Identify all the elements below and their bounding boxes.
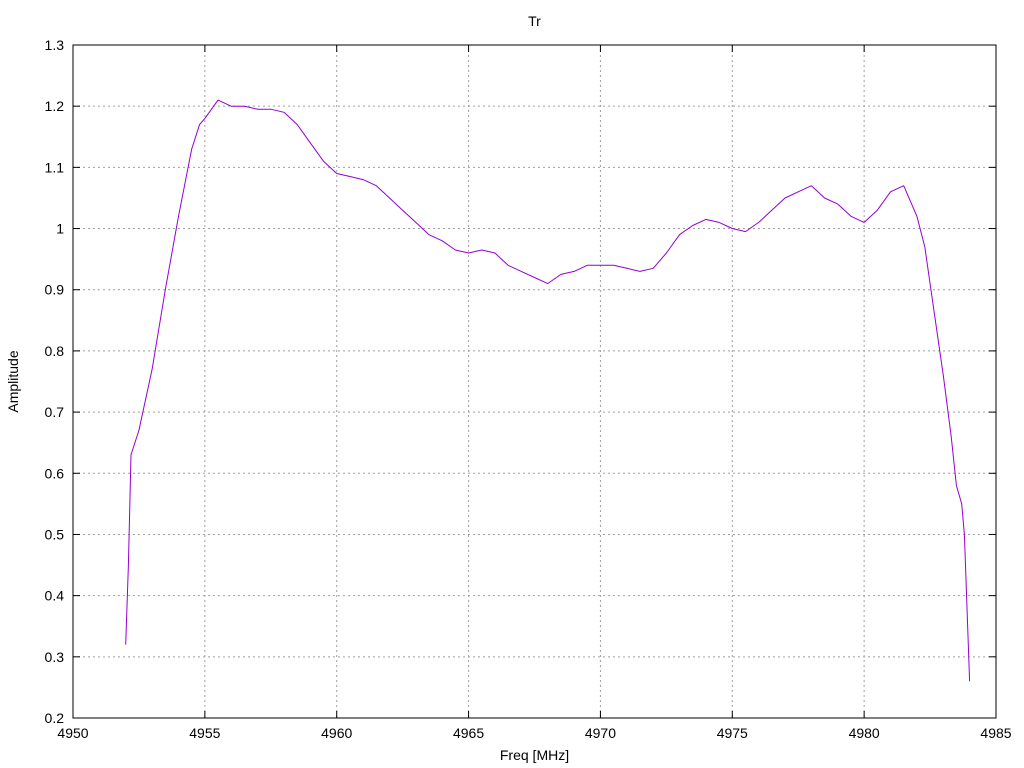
y-tick-label: 1 — [56, 221, 64, 237]
y-tick-label: 0.5 — [45, 526, 65, 542]
x-tick-label: 4960 — [321, 725, 352, 741]
y-tick-label: 1.2 — [45, 98, 65, 114]
y-axis-label: Amplitude — [5, 350, 21, 412]
y-tick-label: 0.9 — [45, 282, 65, 298]
y-tick-label: 0.8 — [45, 343, 65, 359]
chart-title: Tr — [528, 13, 541, 29]
y-tick-label: 0.4 — [45, 588, 65, 604]
x-tick-label: 4950 — [57, 725, 88, 741]
y-tick-label: 0.3 — [45, 649, 65, 665]
chart: 4950 4955 4960 4965 4970 4975 4980 4985 0.2 0.3 0.… — [0, 0, 1024, 768]
x-tick-label: 4955 — [189, 725, 220, 741]
x-tick-label: 4975 — [717, 725, 748, 741]
y-tick-label: 0.2 — [45, 710, 65, 726]
y-tick-label: 0.6 — [45, 465, 65, 481]
y-tick-label: 0.7 — [45, 404, 65, 420]
x-axis-label: Freq [MHz] — [500, 747, 569, 763]
x-tick-label: 4980 — [849, 725, 880, 741]
y-tick-label: 1.3 — [45, 37, 65, 53]
x-tick-label: 4965 — [453, 725, 484, 741]
y-tick-label: 1.1 — [45, 159, 65, 175]
x-tick-label: 4970 — [585, 725, 616, 741]
x-tick-label: 4985 — [980, 725, 1011, 741]
chart-background — [0, 0, 1024, 768]
